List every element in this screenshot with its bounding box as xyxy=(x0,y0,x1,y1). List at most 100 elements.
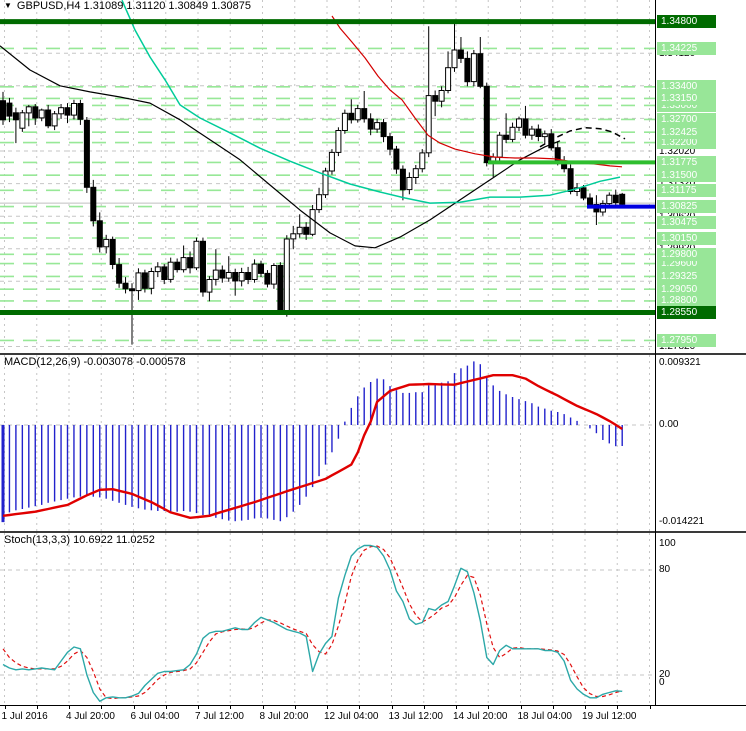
stoch-axis-label: 100 xyxy=(659,538,676,549)
moving-average-red xyxy=(331,15,623,168)
candle-bull xyxy=(51,113,58,127)
price-level-badge: 1.33400 xyxy=(657,80,716,94)
candle-bear xyxy=(122,282,129,290)
panel-separator[interactable] xyxy=(0,531,746,533)
time-axis-label: 8 Jul 20:00 xyxy=(259,711,309,722)
candle-bear xyxy=(45,109,52,127)
stoch-percent-k-line xyxy=(2,544,623,703)
candle-bull xyxy=(238,272,245,282)
candle-bull xyxy=(103,238,110,248)
candle-bear xyxy=(258,263,264,274)
chart-title-quote: GBPUSD,H4 1.31089 1.31120 1.30849 1.3087… xyxy=(16,0,251,12)
price-level-badge: 1.27950 xyxy=(657,333,716,347)
symbol-dropdown-icon[interactable]: ▼ xyxy=(4,1,12,10)
candle-bull xyxy=(148,271,155,289)
time-axis-tick xyxy=(617,706,619,709)
candle-bear xyxy=(129,288,135,292)
main-price-chart[interactable] xyxy=(0,0,746,355)
candle-bull xyxy=(412,168,419,178)
candle-bull xyxy=(438,90,445,102)
time-axis-tick xyxy=(585,706,586,709)
candle-bull xyxy=(270,265,277,285)
candle-bull xyxy=(425,95,432,154)
time-axis-tick xyxy=(262,706,264,709)
price-level-badge: 1.29325 xyxy=(657,269,716,283)
candle-bull xyxy=(212,269,219,280)
candle-bull xyxy=(25,106,32,114)
candle-bear xyxy=(12,112,19,121)
panel-separator[interactable] xyxy=(0,353,746,355)
price-level-badge: 1.34225 xyxy=(657,41,716,55)
time-axis-tick xyxy=(4,706,6,709)
macd-axis-label: 0.00 xyxy=(659,419,679,430)
candle-bull xyxy=(206,279,213,293)
candle-bear xyxy=(432,95,439,102)
candle-bear xyxy=(619,193,626,205)
time-axis-tick xyxy=(552,706,554,709)
candle-bull xyxy=(193,240,200,269)
candle-bear xyxy=(612,194,619,204)
candle-bear xyxy=(141,272,148,289)
candle-bear xyxy=(232,272,239,282)
macd-indicator-panel[interactable] xyxy=(0,355,746,531)
candle-bear xyxy=(464,57,471,83)
price-level-badge: 1.30825 xyxy=(657,200,716,214)
trading-chart-window: ▼ GBPUSD,H4 1.31089 1.31120 1.30849 1.308… xyxy=(0,0,746,731)
moving-average-aqua xyxy=(121,0,621,204)
candle-bull xyxy=(58,107,65,115)
candle-bear xyxy=(83,119,90,188)
time-axis-tick xyxy=(359,706,361,709)
candle-bull xyxy=(335,130,342,153)
candle-bear xyxy=(477,53,484,87)
price-level-badge: 1.29800 xyxy=(657,247,716,261)
candle-bear xyxy=(277,265,284,313)
candle-bear xyxy=(399,168,406,191)
macd-label: MACD(12,26,9) -0.003078 -0.000578 xyxy=(4,356,186,368)
candle-bull xyxy=(225,272,232,279)
time-axis-tick xyxy=(198,706,199,709)
candle-bull xyxy=(451,49,458,69)
candle-bear xyxy=(6,102,13,117)
macd-axis-label: 0.009321 xyxy=(659,357,701,368)
time-axis-tick xyxy=(69,706,70,709)
price-level-badge: 1.32425 xyxy=(657,125,716,139)
candle-bear xyxy=(77,103,84,120)
stochastic-indicator-panel[interactable] xyxy=(0,533,746,705)
candle-bear xyxy=(245,272,252,280)
candle-bear xyxy=(161,266,168,280)
candle-bull xyxy=(445,67,452,91)
candle-bull xyxy=(516,118,522,128)
time-axis-tick xyxy=(456,706,457,709)
candle-bear xyxy=(367,118,374,130)
candle-bull xyxy=(290,233,297,240)
candle-bull xyxy=(135,272,142,292)
time-axis-tick xyxy=(294,706,296,709)
time-axis-tick xyxy=(101,706,103,709)
time-axis-label: 1 Jul 2016 xyxy=(1,711,48,722)
candle-bear xyxy=(187,257,194,269)
stoch-label: Stoch(13,3,3) 10.6922 11.0252 xyxy=(4,534,155,546)
price-level-badge: 1.30475 xyxy=(657,216,716,230)
time-axis-tick xyxy=(36,706,38,709)
time-axis-label: 4 Jul 20:00 xyxy=(66,711,115,722)
candle-bear xyxy=(0,100,6,121)
candle-bear xyxy=(303,226,310,235)
candle-bull xyxy=(509,126,516,140)
price-level-badge: 1.31775 xyxy=(657,155,716,169)
candle-bear xyxy=(96,220,103,248)
candle-bull xyxy=(341,112,348,132)
candle-bull xyxy=(470,53,477,83)
time-axis-tick xyxy=(133,706,135,709)
candle-bull xyxy=(71,103,77,116)
time-axis-line xyxy=(0,705,746,706)
price-level-badge: 1.29050 xyxy=(657,282,716,296)
candle-bear xyxy=(535,128,542,138)
candle-bull xyxy=(283,238,290,313)
candle-bear xyxy=(64,107,71,116)
candle-bear xyxy=(393,148,400,170)
candle-bull xyxy=(180,257,187,271)
candle-bull xyxy=(19,112,26,129)
candle-bear xyxy=(361,108,368,120)
price-level-badge-major: 1.34800 xyxy=(657,15,716,29)
candle-bear xyxy=(380,122,387,138)
